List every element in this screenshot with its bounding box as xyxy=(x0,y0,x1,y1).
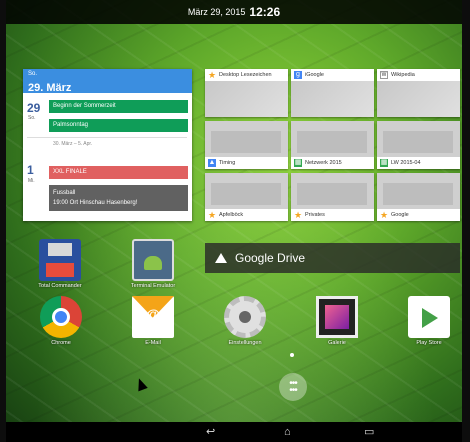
bookmarks-widget: Desktop Lesezeichen ★ iGoogle g Wikipedi… xyxy=(205,69,460,221)
bookmark-thumbnail xyxy=(205,81,288,117)
calendar-day-dow: So. xyxy=(28,115,36,121)
app-label: Einstellungen xyxy=(228,340,262,346)
sheets-icon: ▦ xyxy=(380,159,388,167)
wikipedia-icon: W xyxy=(380,71,388,79)
calendar-event[interactable]: Beginn der Sommerzeit xyxy=(49,100,188,113)
chrome-icon xyxy=(40,296,82,338)
app-label: E-Mail xyxy=(145,340,161,346)
bookmark-tile[interactable]: iGoogle g xyxy=(291,69,374,117)
calendar-widget[interactable]: So. 29. März 29 So. Beginn der Sommerzei… xyxy=(23,69,192,221)
bookmark-tile[interactable]: Wikipedia W xyxy=(377,69,460,117)
bookmark-label: Google xyxy=(377,209,460,221)
page-indicator-dot xyxy=(290,353,294,357)
calendar-event[interactable]: Fussball 19:00 Ort Hinschau Hasenberg! xyxy=(49,185,188,211)
app-label: Galerie xyxy=(328,340,346,346)
bookmark-label: Netzwerk 2015 xyxy=(291,157,374,169)
bookmark-thumbnail xyxy=(291,121,374,157)
calendar-event-subtitle: 19:00 Ort Hinschau Hasenberg! xyxy=(53,200,138,206)
screen-bezel-right xyxy=(462,0,470,442)
app-drawer-button[interactable]: ••• ••• xyxy=(279,373,307,401)
app-terminal-emulator[interactable]: Terminal Emulator xyxy=(123,239,183,289)
star-icon: ★ xyxy=(380,210,389,220)
status-time: 12:26 xyxy=(249,5,281,19)
app-drawer-icon: ••• ••• xyxy=(289,378,297,396)
drive-icon: ▲ xyxy=(208,159,216,167)
star-icon: ★ xyxy=(294,210,303,220)
bookmark-thumbnail xyxy=(291,81,374,117)
back-icon[interactable]: ↩ xyxy=(206,427,215,438)
bookmark-thumbnail xyxy=(377,121,460,157)
calendar-event[interactable]: XXL FINALE xyxy=(49,166,188,179)
google-icon: g xyxy=(294,71,302,79)
calendar-day-number: 29 xyxy=(27,101,41,115)
bookmark-label: Timing xyxy=(205,157,288,169)
calendar-day-dow: Mi. xyxy=(28,178,35,184)
status-bar: März 29, 2015 12:26 xyxy=(6,0,462,24)
app-einstellungen[interactable]: Einstellungen xyxy=(215,296,275,346)
bookmark-thumbnail xyxy=(205,121,288,157)
calendar-header[interactable]: So. 29. März xyxy=(23,69,192,94)
sheets-icon: ▦ xyxy=(294,159,302,167)
status-date: März 29, 2015 xyxy=(187,7,246,17)
app-galerie[interactable]: Galerie xyxy=(307,296,367,346)
calendar-week-range: 30. März – 5. Apr. xyxy=(53,141,93,147)
android-icon xyxy=(132,239,174,281)
app-label: Total Commander xyxy=(38,283,82,289)
star-icon: ★ xyxy=(208,210,217,220)
bookmark-label: Desktop Lesezeichen xyxy=(205,69,288,81)
home-icon[interactable]: ⌂ xyxy=(284,427,291,438)
bookmark-tile[interactable]: Netzwerk 2015 ▦ xyxy=(291,121,374,169)
bookmark-label: Apfelböck xyxy=(205,209,288,221)
bookmark-tile[interactable]: Google ★ xyxy=(377,173,460,221)
email-icon: @ xyxy=(132,296,174,338)
google-drive-widget[interactable]: Google Drive xyxy=(205,243,460,273)
calendar-event[interactable]: Palmsonntag xyxy=(49,119,188,132)
calendar-header-dow: So. xyxy=(28,71,38,77)
play-store-icon xyxy=(408,296,450,338)
calendar-day-number: 1 xyxy=(27,163,34,177)
calendar-event-title: Fussball xyxy=(53,190,76,196)
google-drive-icon xyxy=(215,253,227,263)
recents-icon[interactable]: ▭ xyxy=(364,427,374,438)
app-label: Chrome xyxy=(51,340,71,346)
screen-bezel-left xyxy=(0,0,6,442)
bookmark-thumbnail xyxy=(377,173,460,209)
app-total-commander[interactable]: Total Commander xyxy=(30,239,90,289)
navigation-bar: ↩ ⌂ ▭ xyxy=(6,422,462,442)
gallery-icon xyxy=(316,296,358,338)
app-play-store[interactable]: Play Store xyxy=(399,296,459,346)
bookmark-tile[interactable]: Privates ★ xyxy=(291,173,374,221)
gear-icon xyxy=(224,296,266,338)
bookmark-tile[interactable]: Apfelböck ★ xyxy=(205,173,288,221)
bookmark-label: LW 2015-04 xyxy=(377,157,460,169)
google-drive-label: Google Drive xyxy=(235,251,306,265)
bookmark-label: Wikipedia xyxy=(377,69,460,81)
bookmark-thumbnail xyxy=(377,81,460,117)
calendar-divider xyxy=(27,137,187,138)
bookmark-thumbnail xyxy=(205,173,288,209)
floppy-icon xyxy=(39,239,81,281)
calendar-header-date: 29. März xyxy=(28,82,72,94)
bookmark-tile[interactable]: Timing ▲ xyxy=(205,121,288,169)
bookmark-label: iGoogle xyxy=(291,69,374,81)
app-chrome[interactable]: Chrome xyxy=(31,296,91,346)
app-label: Play Store xyxy=(416,340,442,346)
bookmark-tile[interactable]: LW 2015-04 ▦ xyxy=(377,121,460,169)
star-icon: ★ xyxy=(208,70,217,80)
bookmark-thumbnail xyxy=(291,173,374,209)
app-label: Terminal Emulator xyxy=(130,283,176,289)
bookmark-tile[interactable]: Desktop Lesezeichen ★ xyxy=(205,69,288,117)
wallpaper xyxy=(0,0,470,442)
bookmark-label: Privates xyxy=(291,209,374,221)
app-email[interactable]: @ E-Mail xyxy=(123,296,183,346)
